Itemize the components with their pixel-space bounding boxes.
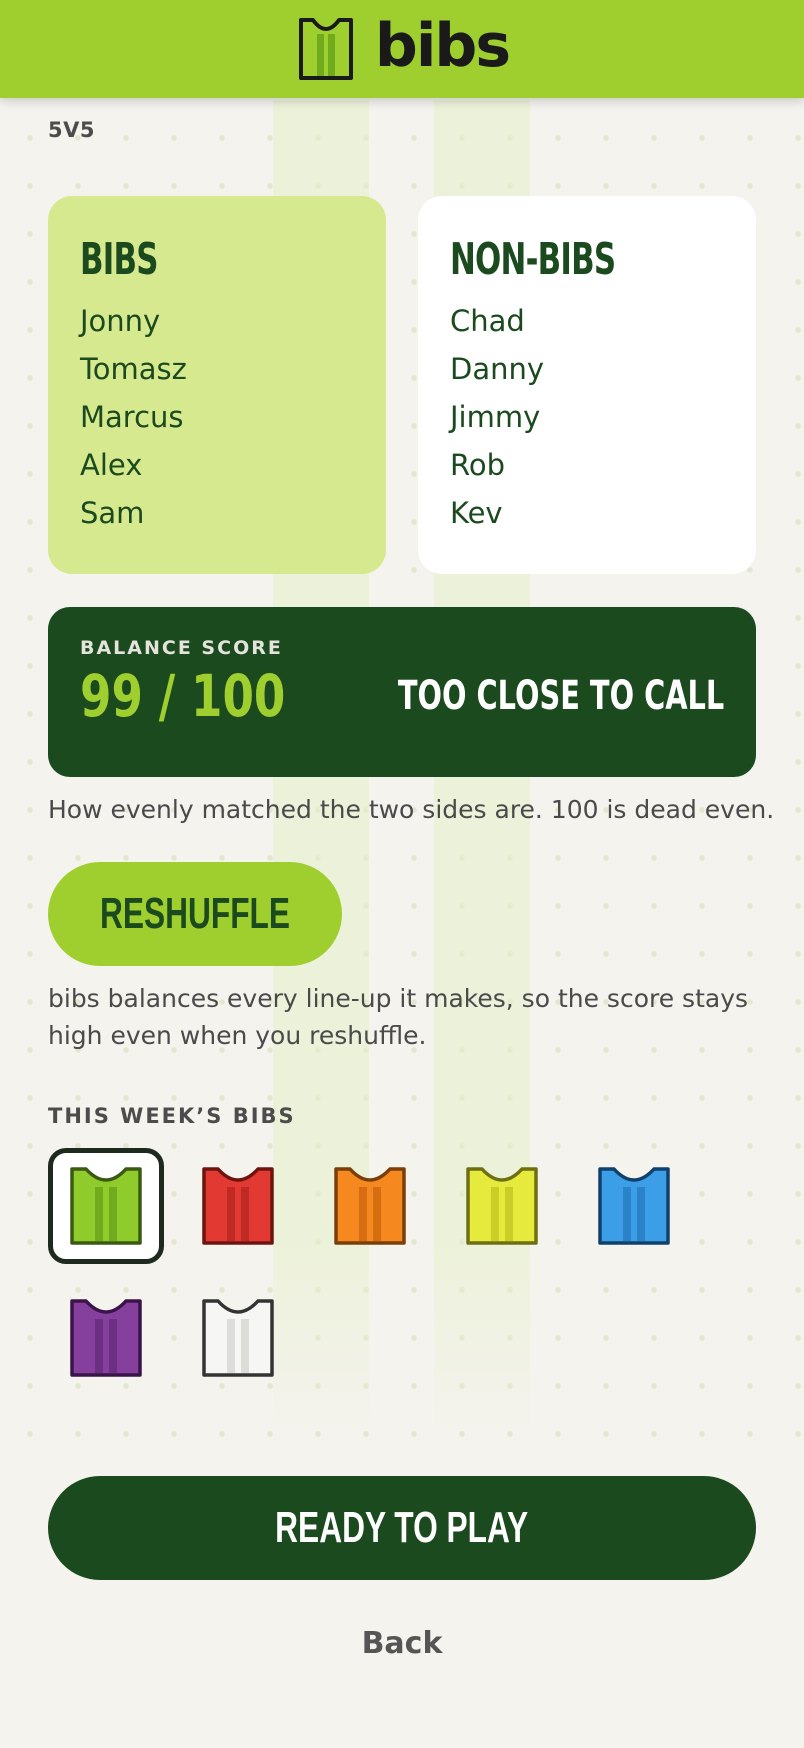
player-name: Sam [80,495,145,530]
player-name: Tomasz [80,351,187,386]
back-link[interactable]: Back [0,1626,804,1661]
bib-red-icon [202,1167,274,1245]
bib-color-white[interactable] [180,1280,296,1396]
bib-blue-icon [598,1167,670,1245]
player-name: Chad [450,303,525,338]
ready-label: READY TO PLAY [275,1503,529,1552]
ready-to-play-button[interactable]: READY TO PLAY [48,1476,756,1580]
bib-orange-icon [334,1167,406,1245]
player-name: Kev [450,495,503,530]
logo-text: bibs [374,11,511,81]
bib-purple-icon [70,1299,142,1377]
bib-color-orange[interactable] [312,1148,428,1264]
player-name: Alex [80,447,143,482]
bib-white-icon [202,1299,274,1377]
bib-yellow-icon [466,1167,538,1245]
balance-verdict: TOO CLOSE TO CALL [397,673,724,719]
match-format-label: 5V5 [48,118,95,142]
balance-score-label: BALANCE SCORE [80,637,283,659]
bib-color-purple[interactable] [48,1280,164,1396]
bib-color-blue[interactable] [576,1148,692,1264]
player-name: Rob [450,447,505,482]
bib-color-yellow[interactable] [444,1148,560,1264]
team-card-bibs: BIBS Jonny Tomasz Marcus Alex Sam [48,196,386,574]
player-name: Marcus [80,399,184,434]
team-card-nonbibs: NON-BIBS Chad Danny Jimmy Rob Kev [418,196,756,574]
team-title: NON-BIBS [450,234,616,285]
bib-color-green[interactable] [48,1148,164,1264]
reshuffle-note: bibs balances every line-up it makes, so… [48,984,749,1050]
bib-color-label: THIS WEEK’S BIBS [48,1104,296,1128]
bib-color-red[interactable] [180,1148,296,1264]
team-title: BIBS [80,234,158,285]
reshuffle-label: RESHUFFLE [99,889,291,938]
balance-score-card: BALANCE SCORE 99 / 100 TOO CLOSE TO CALL [48,607,756,777]
logo: bibs [295,11,511,82]
balance-score-help: How evenly matched the two sides are. 10… [48,795,775,824]
reshuffle-button[interactable]: RESHUFFLE [48,862,342,966]
player-name: Jonny [80,303,161,338]
player-name: Jimmy [450,399,541,434]
player-name: Danny [450,351,545,386]
bib-green-icon [70,1167,142,1245]
app-header: bibs [0,0,804,98]
bib-logo-icon [298,18,353,80]
